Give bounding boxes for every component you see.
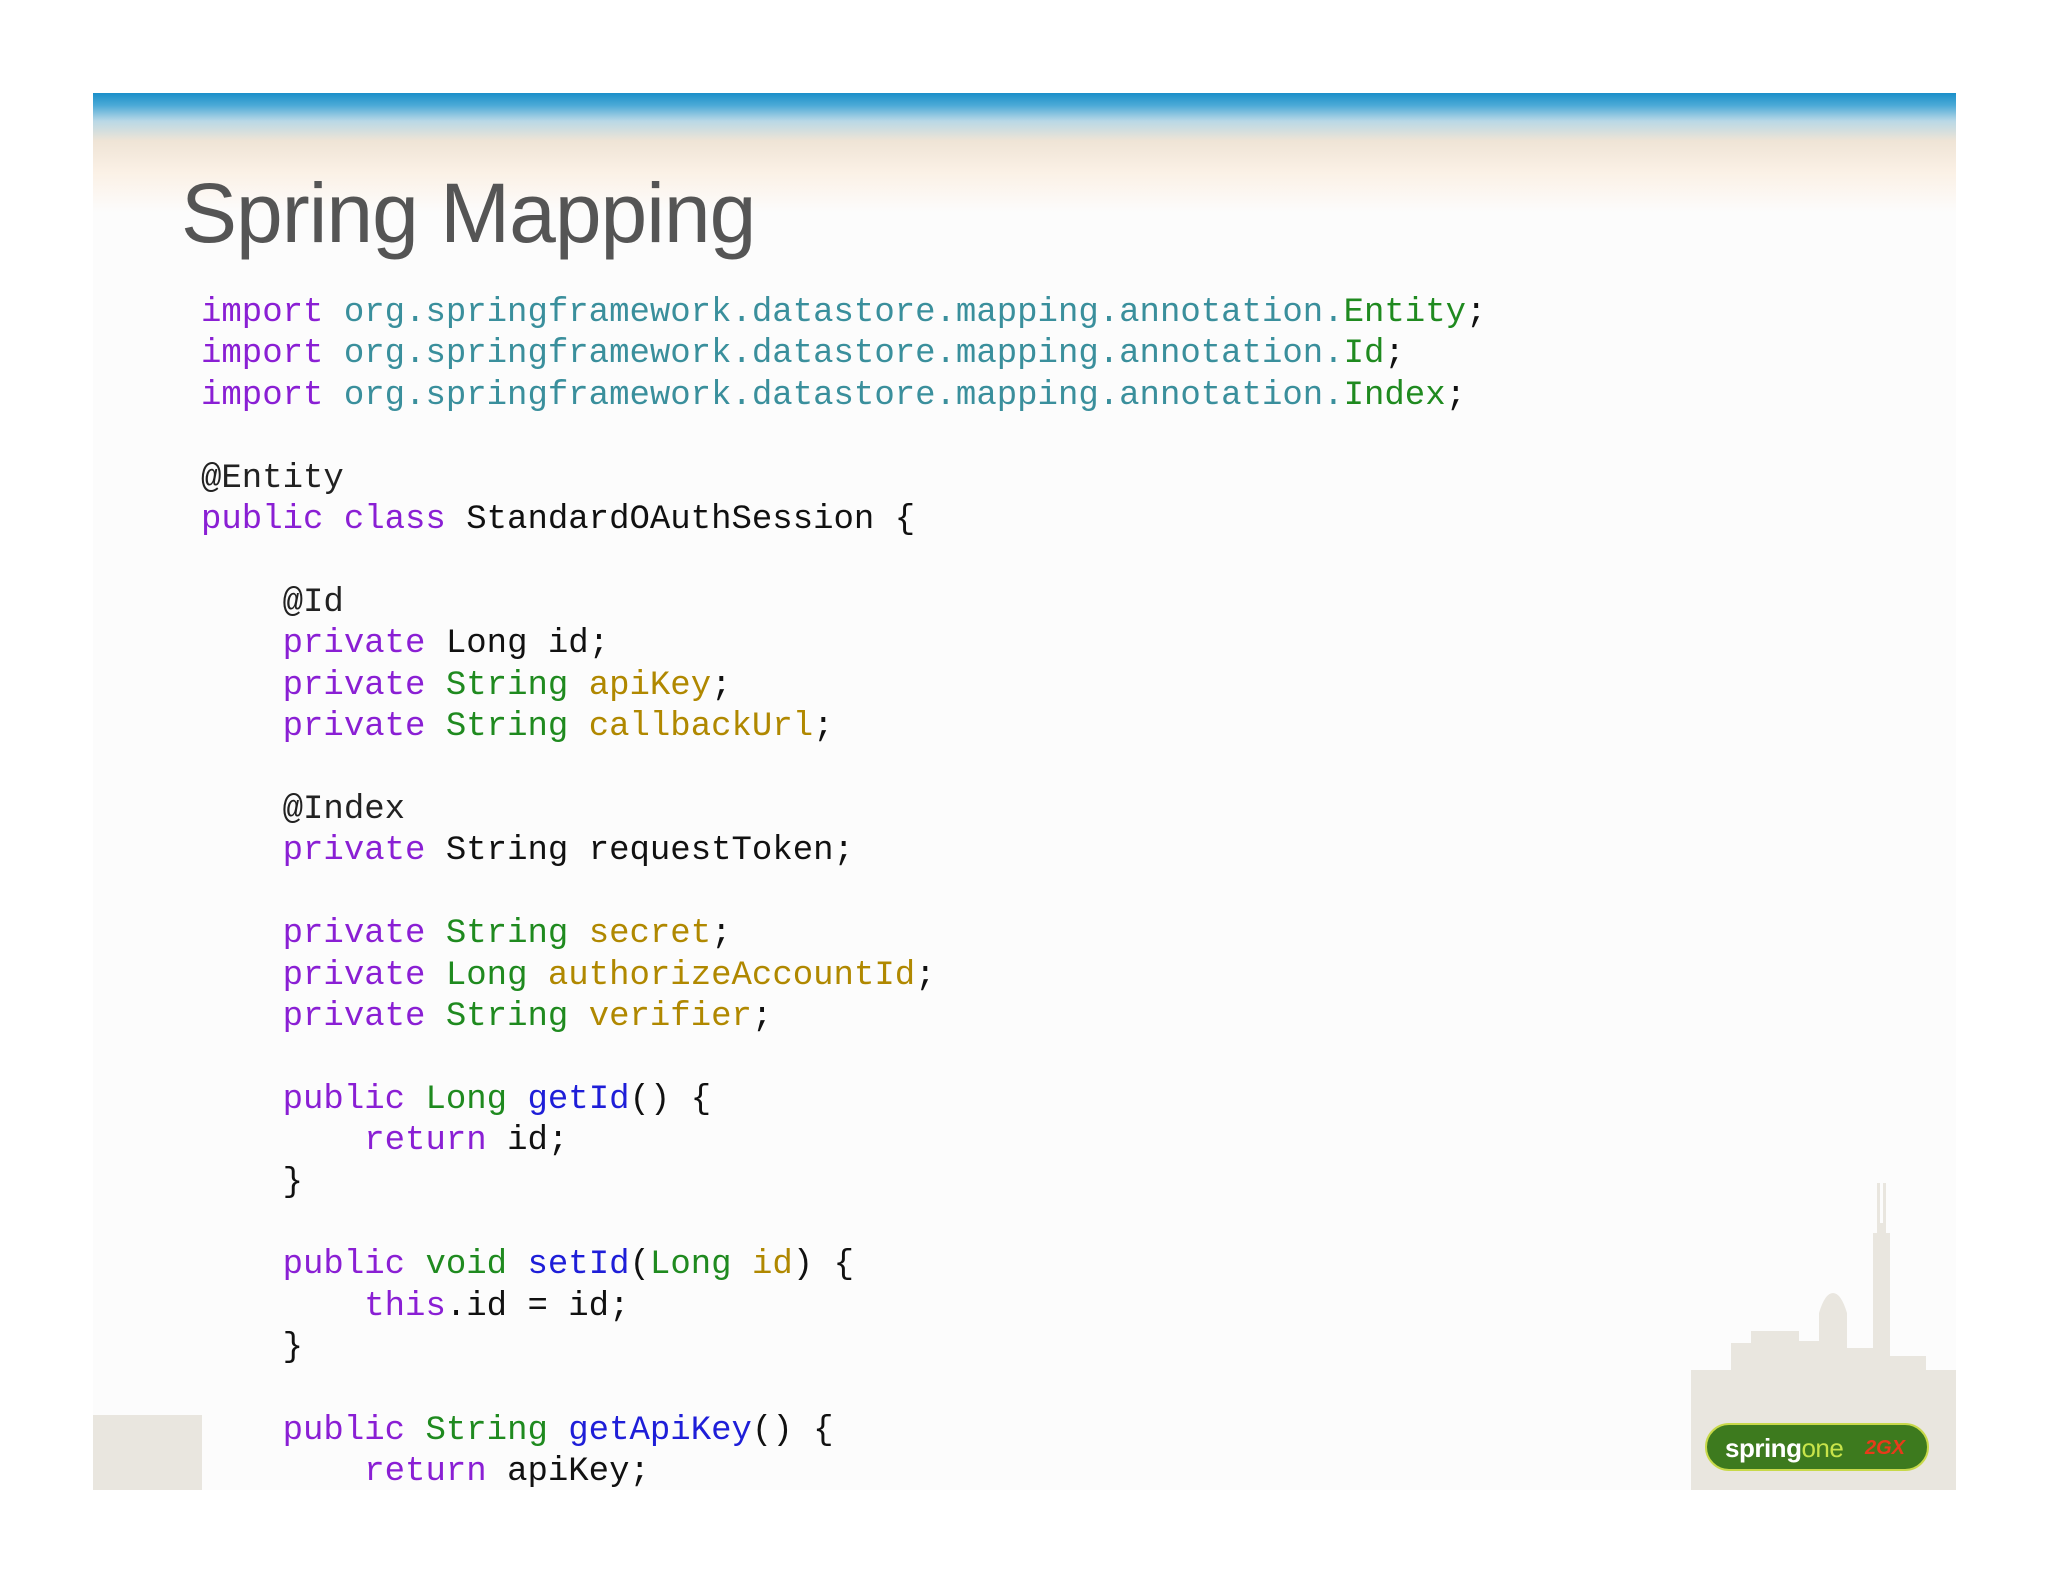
code-line: private Long id; [282, 625, 610, 664]
slide: Spring Mapping import org.springframewor… [93, 93, 1956, 1490]
code-block: import org.springframework.datastore.map… [201, 293, 1486, 1490]
code-line: import org.springframework.datastore.map… [201, 376, 1467, 415]
code-line: public Long getId() { [282, 1080, 712, 1119]
footer-left-block [93, 1415, 202, 1490]
code-line: private Long authorizeAccountId; [282, 956, 936, 995]
code-line: public String getApiKey() { [282, 1411, 834, 1450]
code-line: private String secret; [282, 915, 732, 954]
code-line: return id; [364, 1122, 569, 1161]
code-line: private String callbackUrl; [282, 708, 834, 747]
code-line: public void setId(Long id) { [282, 1246, 854, 1285]
class-declaration: public class StandardOAuthSession { [201, 501, 916, 540]
code-line: private String apiKey; [282, 666, 732, 705]
code-line: import org.springframework.datastore.map… [201, 294, 1487, 332]
close-brace: } [282, 1329, 304, 1368]
code-line: import org.springframework.datastore.map… [201, 335, 1405, 374]
logo-text: springone [1725, 1433, 1844, 1463]
entity-annotation: @Entity [201, 459, 344, 498]
id-annotation: @Id [282, 583, 344, 622]
index-annotation: @Index [282, 790, 406, 829]
springone-logo: springone 2GX [1705, 1423, 1931, 1473]
code-line: return apiKey; [364, 1453, 650, 1490]
code-line: private String requestToken; [282, 832, 854, 871]
logo-badge: 2GX [1865, 1437, 1906, 1459]
code-line: this.id = id; [364, 1287, 630, 1326]
code-line: private String verifier; [282, 997, 773, 1036]
close-brace: } [282, 1163, 304, 1202]
slide-title: Spring Mapping [181, 166, 756, 260]
